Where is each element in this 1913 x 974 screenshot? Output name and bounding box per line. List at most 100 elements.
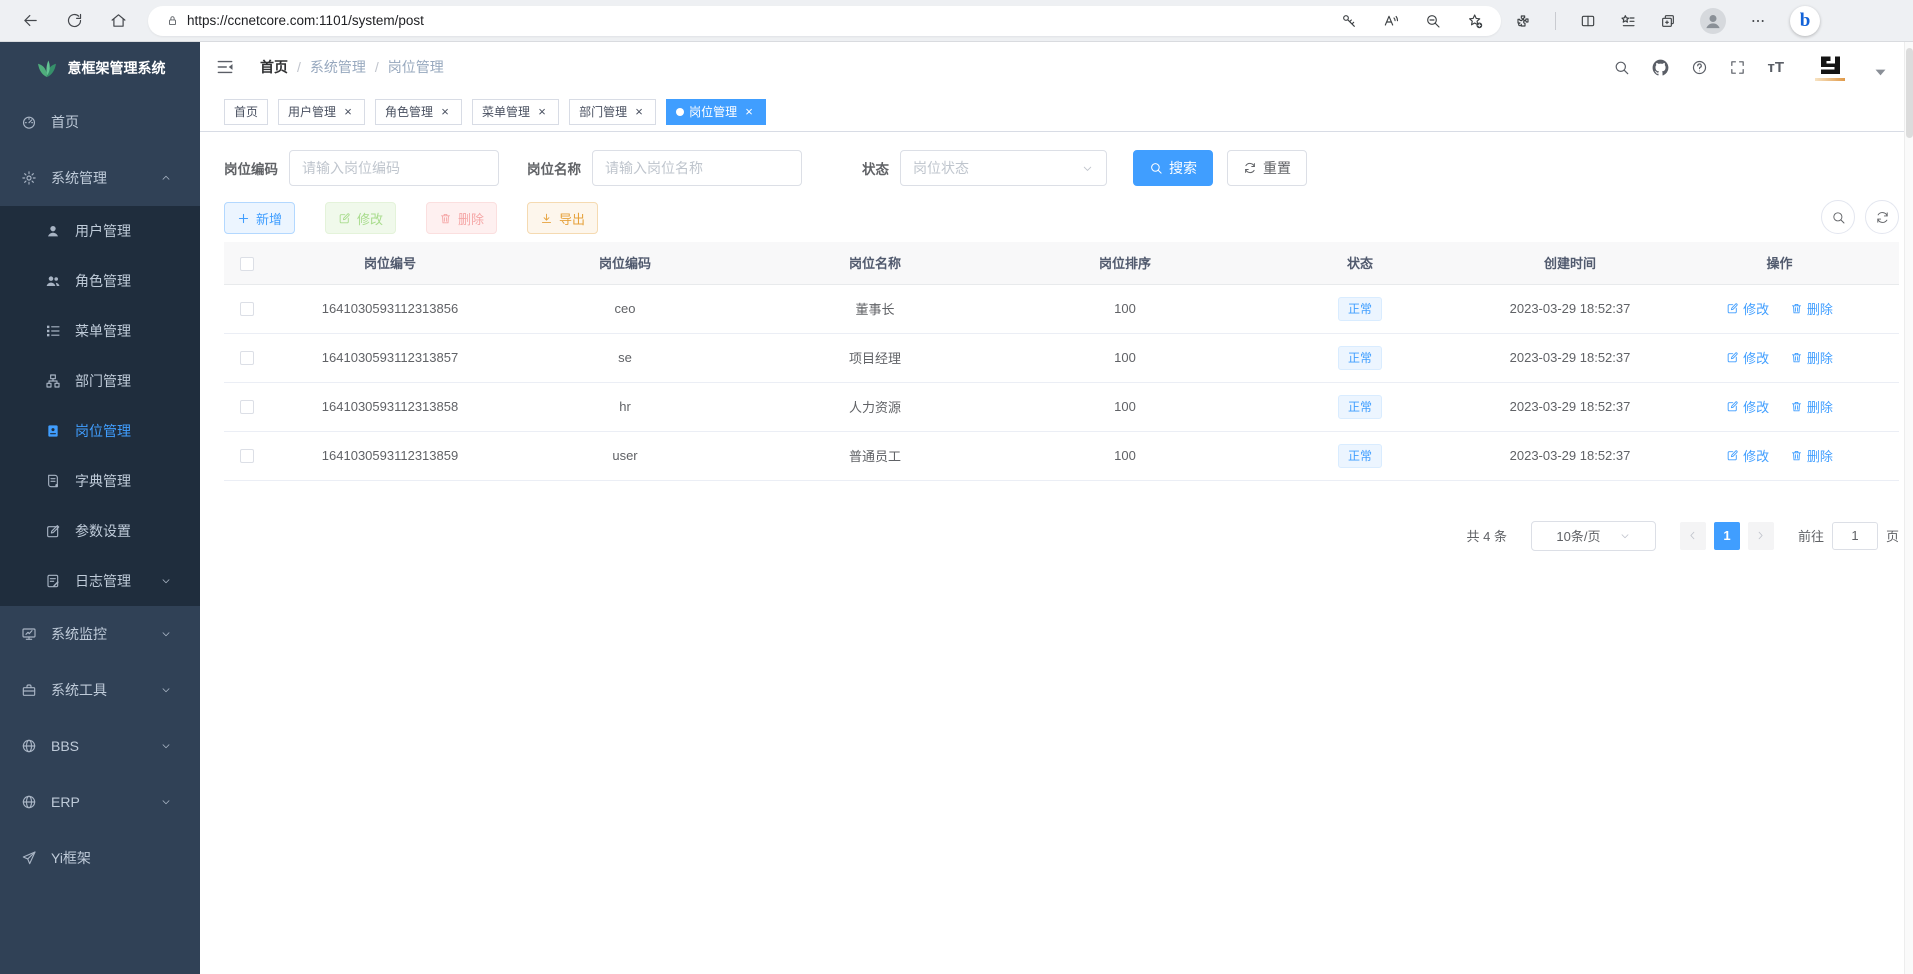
- search-button[interactable]: 搜索: [1133, 150, 1213, 186]
- home-icon[interactable]: [110, 12, 127, 29]
- collections-icon[interactable]: [1660, 13, 1676, 29]
- more-menu-icon[interactable]: [1750, 13, 1766, 29]
- github-icon[interactable]: [1651, 58, 1670, 77]
- tab-close-icon[interactable]: ×: [341, 105, 355, 119]
- text-size-icon[interactable]: тT: [1767, 59, 1784, 76]
- tags-view-bar: 首页 用户管理× 角色管理× 菜单管理× 部门管理× 岗位管理×: [200, 92, 1913, 132]
- refresh-table-button[interactable]: [1865, 200, 1899, 234]
- book-icon: [45, 473, 61, 489]
- select-all-checkbox[interactable]: [240, 257, 254, 271]
- page-size-select[interactable]: 10条/页: [1531, 521, 1656, 551]
- row-checkbox[interactable]: [240, 400, 254, 414]
- row-edit-link[interactable]: 修改: [1726, 299, 1769, 318]
- row-checkbox[interactable]: [240, 302, 254, 316]
- sidebar-item-system-mgmt[interactable]: 系统管理: [0, 150, 200, 206]
- page-1-button[interactable]: 1: [1714, 522, 1740, 550]
- log-document-icon: [45, 573, 61, 589]
- row-checkbox[interactable]: [240, 449, 254, 463]
- address-bar[interactable]: https://ccnetcore.com:1101/system/post: [148, 6, 1501, 36]
- sidebar-item-roles[interactable]: 角色管理: [0, 256, 200, 306]
- status-select[interactable]: 岗位状态: [900, 150, 1107, 186]
- sidebar-item-home[interactable]: 首页: [0, 94, 200, 150]
- lock-icon[interactable]: [166, 14, 179, 27]
- navbar-actions: тT: [1613, 42, 1889, 92]
- row-checkbox[interactable]: [240, 351, 254, 365]
- chevron-down-icon: [1619, 530, 1631, 542]
- page-scrollbar[interactable]: [1904, 42, 1913, 974]
- sidebar-item-erp[interactable]: ERP: [0, 774, 200, 830]
- sidebar-item-logs[interactable]: 日志管理: [0, 556, 200, 606]
- sidebar-item-yi-framework[interactable]: Yi框架: [0, 830, 200, 886]
- favorites-list-icon[interactable]: [1620, 13, 1636, 29]
- status-badge: 正常: [1338, 297, 1382, 321]
- tab-dept-mgmt[interactable]: 部门管理×: [569, 99, 656, 125]
- search-icon[interactable]: [1613, 59, 1630, 76]
- org-chart-icon: [45, 373, 61, 389]
- tab-close-icon[interactable]: ×: [632, 105, 646, 119]
- post-code-input[interactable]: [289, 150, 499, 186]
- reload-icon[interactable]: [66, 12, 83, 29]
- delete-button[interactable]: 删除: [426, 202, 497, 234]
- search-button-label: 搜索: [1169, 158, 1197, 178]
- show-search-button[interactable]: [1821, 200, 1855, 234]
- password-key-icon[interactable]: [1341, 13, 1357, 29]
- avatar-caret-icon[interactable]: [1872, 64, 1889, 81]
- scrollbar-thumb[interactable]: [1906, 48, 1913, 138]
- post-name-input[interactable]: [592, 150, 802, 186]
- sidebar-item-parameters[interactable]: 参数设置: [0, 506, 200, 556]
- tab-close-icon[interactable]: ×: [742, 105, 756, 119]
- goto-page-input[interactable]: [1832, 522, 1878, 550]
- bing-chat-icon[interactable]: b: [1790, 6, 1820, 36]
- sidebar-item-tools[interactable]: 系统工具: [0, 662, 200, 718]
- add-button[interactable]: 新增: [224, 202, 295, 234]
- filter-form: 岗位编码 岗位名称 状态 岗位状态 搜索 重置: [224, 150, 1899, 186]
- fullscreen-icon[interactable]: [1729, 59, 1746, 76]
- edit-button[interactable]: 修改: [325, 202, 396, 234]
- sidebar-item-users[interactable]: 用户管理: [0, 206, 200, 256]
- tab-post-mgmt[interactable]: 岗位管理×: [666, 99, 766, 125]
- export-button[interactable]: 导出: [527, 202, 598, 234]
- browser-profile-avatar[interactable]: [1700, 8, 1726, 34]
- sidebar-fold-icon[interactable]: [215, 57, 235, 77]
- tab-role-mgmt[interactable]: 角色管理×: [375, 99, 462, 125]
- chevron-down-icon: [160, 684, 172, 696]
- sidebar-item-posts[interactable]: 岗位管理: [0, 406, 200, 456]
- back-icon[interactable]: [22, 12, 39, 29]
- row-delete-link[interactable]: 删除: [1790, 348, 1833, 367]
- reset-button[interactable]: 重置: [1227, 150, 1307, 186]
- read-aloud-icon[interactable]: [1383, 13, 1399, 29]
- favorite-add-icon[interactable]: [1467, 13, 1483, 29]
- trash-icon: [1790, 302, 1803, 315]
- sidebar-item-monitoring[interactable]: 系统监控: [0, 606, 200, 662]
- row-edit-link[interactable]: 修改: [1726, 446, 1769, 465]
- tab-home[interactable]: 首页: [224, 99, 268, 125]
- tab-user-mgmt[interactable]: 用户管理×: [278, 99, 365, 125]
- logo-underline: [1815, 78, 1845, 81]
- user-avatar-logo[interactable]: [1815, 53, 1845, 81]
- row-delete-link[interactable]: 删除: [1790, 299, 1833, 318]
- row-edit-link[interactable]: 修改: [1726, 397, 1769, 416]
- sidebar-item-label: 日志管理: [75, 571, 131, 591]
- sidebar-item-departments[interactable]: 部门管理: [0, 356, 200, 406]
- tab-close-icon[interactable]: ×: [438, 105, 452, 119]
- sidebar-item-bbs[interactable]: BBS: [0, 718, 200, 774]
- zoom-out-icon[interactable]: [1425, 13, 1441, 29]
- row-edit-link[interactable]: 修改: [1726, 348, 1769, 367]
- help-icon[interactable]: [1691, 59, 1708, 76]
- row-delete-link[interactable]: 删除: [1790, 397, 1833, 416]
- prev-page-button[interactable]: [1680, 522, 1706, 550]
- sidebar-item-dictionary[interactable]: 字典管理: [0, 456, 200, 506]
- tab-close-icon[interactable]: ×: [535, 105, 549, 119]
- breadcrumb-home[interactable]: 首页: [260, 57, 288, 77]
- sidebar-item-label: Yi框架: [51, 848, 91, 868]
- cell-post-id: 1641030593112313856: [270, 284, 510, 333]
- extensions-puzzle-icon[interactable]: [1515, 13, 1531, 29]
- breadcrumb-system[interactable]: 系统管理: [310, 57, 366, 77]
- row-delete-label: 删除: [1807, 446, 1833, 465]
- tab-menu-mgmt[interactable]: 菜单管理×: [472, 99, 559, 125]
- sidebar-item-menus[interactable]: 菜单管理: [0, 306, 200, 356]
- url-text[interactable]: https://ccnetcore.com:1101/system/post: [187, 13, 1341, 28]
- next-page-button[interactable]: [1748, 522, 1774, 550]
- row-delete-link[interactable]: 删除: [1790, 446, 1833, 465]
- split-screen-icon[interactable]: [1580, 13, 1596, 29]
